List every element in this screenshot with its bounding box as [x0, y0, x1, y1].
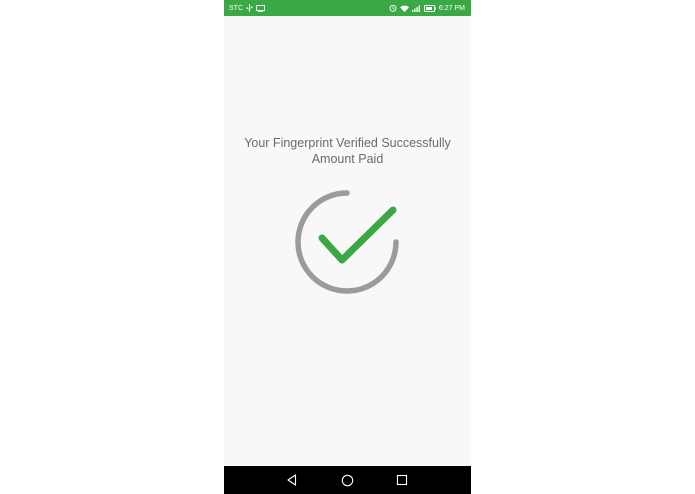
status-time: 6:27 PM — [438, 4, 465, 12]
back-icon[interactable] — [285, 473, 299, 487]
alarm-icon — [389, 4, 397, 12]
status-right: 6:27 PM — [389, 4, 465, 12]
battery-icon — [423, 4, 436, 12]
message-line-amount: Amount Paid — [311, 152, 384, 166]
checkmark — [318, 206, 397, 264]
main-content: Your Fingerprint Verified Successfully A… — [224, 16, 471, 466]
status-left: STC — [229, 4, 265, 12]
phone-screen: STC 6:27 PM Your Fingerprint Verified Su… — [224, 0, 471, 494]
status-bar: STC 6:27 PM — [224, 0, 471, 16]
carrier-name: STC — [229, 4, 243, 12]
wifi-icon — [399, 5, 409, 12]
checkmark-circle-icon — [295, 190, 399, 294]
usb-icon — [246, 4, 253, 12]
cast-icon — [256, 4, 265, 12]
home-icon[interactable] — [340, 473, 354, 487]
navigation-bar — [224, 466, 471, 494]
signal-icon — [411, 4, 421, 12]
success-graphic — [292, 186, 402, 298]
verification-message: Your Fingerprint Verified Successfully A… — [224, 135, 471, 167]
progress-ring — [295, 190, 399, 294]
recents-icon[interactable] — [395, 473, 409, 487]
message-line-verified: Your Fingerprint Verified Successfully — [244, 136, 451, 150]
